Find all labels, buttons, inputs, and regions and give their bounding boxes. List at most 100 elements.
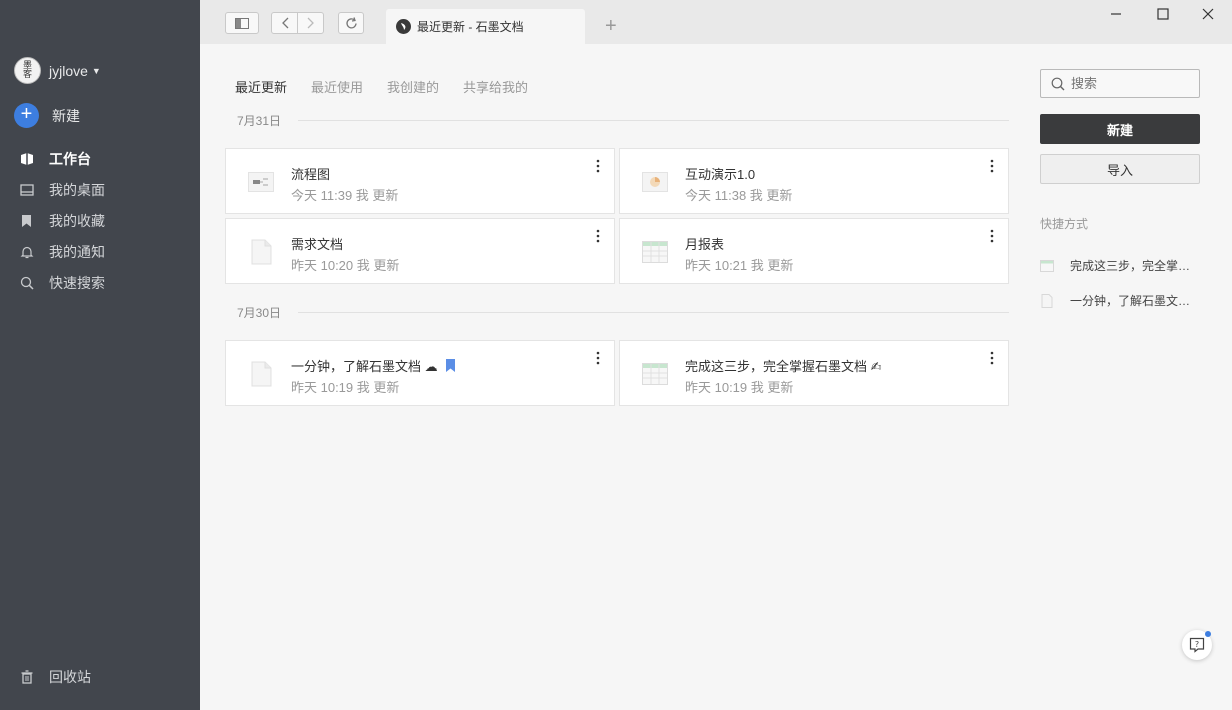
filter-created-by-me[interactable]: 我创建的 — [387, 77, 439, 96]
tab-recent-updates[interactable]: 最近更新 - 石墨文档 — [386, 9, 585, 44]
shortcuts-heading: 快捷方式 — [1040, 217, 1089, 231]
flowchart-file-icon — [248, 172, 274, 192]
refresh-icon — [345, 16, 357, 28]
shortcut-item[interactable]: 一分钟，了解石墨文… — [1040, 292, 1190, 309]
sheet-file-icon — [642, 241, 668, 263]
refresh-button[interactable] — [338, 12, 364, 34]
sidebar-item-workbench[interactable]: 工作台 — [0, 143, 200, 174]
sidebar-new-button[interactable]: + 新建 — [14, 103, 80, 128]
bell-icon — [19, 244, 34, 259]
sidebar-new-label[interactable]: 新建 — [52, 106, 80, 126]
search-icon — [1051, 77, 1065, 90]
file-card-flowchart[interactable]: 流程图 今天 11:39 我 更新 — [225, 148, 615, 214]
more-vertical-icon[interactable] — [594, 351, 602, 365]
minimize-icon — [1111, 13, 1121, 15]
close-icon — [1202, 8, 1214, 20]
sidebar-item-label: 回收站 — [49, 668, 91, 685]
shortcut-label: 一分钟，了解石墨文… — [1070, 294, 1191, 308]
notification-dot — [1205, 631, 1211, 637]
back-button[interactable] — [271, 12, 298, 34]
sidebar-item-favorites[interactable]: 我的收藏 — [0, 205, 200, 236]
file-card-monthly-report[interactable]: 月报表 昨天 10:21 我 更新 — [619, 218, 1009, 284]
sidebar-item-quick-search[interactable]: 快速搜索 — [0, 267, 200, 298]
divider — [298, 120, 1009, 121]
shortcut-label: 完成这三步，完全掌… — [1070, 259, 1191, 273]
help-icon: ? — [1189, 637, 1205, 653]
caret-down-icon[interactable]: ▼ — [92, 66, 101, 76]
sidebar-item-label: 我的桌面 — [49, 181, 105, 198]
bookmark-icon[interactable] — [445, 359, 455, 372]
sidebar-item-label: 我的通知 — [49, 243, 105, 260]
new-button[interactable]: 新建 — [1040, 114, 1200, 144]
tab-bar: 最近更新 - 石墨文档 + — [200, 0, 1232, 44]
shimo-logo-icon — [396, 19, 411, 34]
file-title: 一分钟，了解石墨文档 ☁ — [291, 359, 438, 374]
file-title: 月报表 — [685, 237, 725, 252]
shortcut-item[interactable]: 完成这三步，完全掌… — [1040, 257, 1190, 274]
forward-button[interactable] — [297, 12, 324, 34]
sidebar-item-label: 我的收藏 — [49, 212, 105, 229]
help-button[interactable]: ? — [1182, 630, 1212, 660]
more-vertical-icon[interactable] — [988, 159, 996, 173]
more-vertical-icon[interactable] — [594, 159, 602, 173]
file-updated: 昨天 10:21 我 更新 — [685, 258, 794, 273]
avatar-text-2: 客 — [22, 69, 32, 80]
workbench-icon — [19, 151, 34, 166]
import-button[interactable]: 导入 — [1040, 154, 1200, 184]
file-title: 需求文档 — [291, 237, 344, 252]
divider — [298, 312, 1009, 313]
sheet-file-icon — [1040, 259, 1054, 272]
close-button[interactable] — [1197, 3, 1219, 25]
doc-file-icon — [251, 239, 272, 265]
file-card-slides[interactable]: 互动演示1.0 今天 11:38 我 更新 — [619, 148, 1009, 214]
maximize-icon — [1157, 8, 1169, 20]
slides-file-icon — [642, 172, 668, 192]
sidebar-item-notifications[interactable]: 我的通知 — [0, 236, 200, 267]
file-updated: 昨天 10:20 我 更新 — [291, 258, 400, 273]
sidebar-item-label: 工作台 — [49, 150, 91, 167]
file-title: 完成这三步，完全掌握石墨文档 ✍ — [685, 359, 882, 374]
sidebar-toggle-icon — [235, 17, 249, 29]
sidebar-item-trash[interactable]: 回收站 — [0, 661, 200, 692]
minimize-button[interactable] — [1105, 3, 1127, 25]
filter-shared-with-me[interactable]: 共享给我的 — [463, 77, 528, 96]
file-card-three-steps[interactable]: 完成这三步，完全掌握石墨文档 ✍ 昨天 10:19 我 更新 — [619, 340, 1009, 406]
group-date-label: 7月31日 — [237, 114, 282, 128]
more-vertical-icon[interactable] — [988, 351, 996, 365]
username[interactable]: jyjlove — [49, 63, 88, 79]
file-card-one-minute[interactable]: 一分钟，了解石墨文档 ☁ 昨天 10:19 我 更新 — [225, 340, 615, 406]
sidebar-trash: 回收站 — [0, 661, 200, 692]
more-vertical-icon[interactable] — [988, 229, 996, 243]
bookmark-icon — [19, 213, 34, 228]
svg-text:?: ? — [1195, 640, 1199, 649]
desktop-icon — [19, 182, 34, 197]
sidebar-item-desktop[interactable]: 我的桌面 — [0, 174, 200, 205]
sidebar-nav: 工作台 我的桌面 我的收藏 我的通知 快速搜索 — [0, 143, 200, 298]
file-updated: 今天 11:38 我 更新 — [685, 188, 793, 203]
plus-icon[interactable]: + — [14, 103, 39, 128]
file-updated: 今天 11:39 我 更新 — [291, 188, 399, 203]
filter-tabs: 最近更新 最近使用 我创建的 共享给我的 — [235, 77, 552, 96]
more-vertical-icon[interactable] — [594, 229, 602, 243]
file-updated: 昨天 10:19 我 更新 — [291, 380, 400, 395]
avatar[interactable]: 墨 客 — [14, 57, 41, 84]
chevron-right-icon — [307, 17, 314, 29]
file-updated: 昨天 10:19 我 更新 — [685, 380, 794, 395]
sidebar-toggle-button[interactable] — [225, 12, 259, 34]
doc-file-icon — [1041, 293, 1053, 308]
file-title-row: 一分钟，了解石墨文档 ☁ — [291, 356, 455, 375]
maximize-button[interactable] — [1152, 3, 1174, 25]
sheet-file-icon — [642, 363, 668, 385]
tab-title: 最近更新 - 石墨文档 — [417, 20, 524, 34]
chevron-left-icon — [281, 17, 288, 29]
filter-recent-used[interactable]: 最近使用 — [311, 77, 363, 96]
sidebar-item-label: 快速搜索 — [49, 274, 105, 291]
search-box[interactable] — [1040, 69, 1200, 98]
filter-recent-updates[interactable]: 最近更新 — [235, 77, 287, 96]
file-title: 流程图 — [291, 167, 331, 182]
search-input[interactable] — [1071, 76, 1191, 91]
search-icon — [19, 275, 34, 290]
file-card-requirements[interactable]: 需求文档 昨天 10:20 我 更新 — [225, 218, 615, 284]
user-menu[interactable]: 墨 客 jyjlove ▼ — [14, 57, 101, 84]
new-tab-button[interactable]: + — [605, 15, 617, 38]
